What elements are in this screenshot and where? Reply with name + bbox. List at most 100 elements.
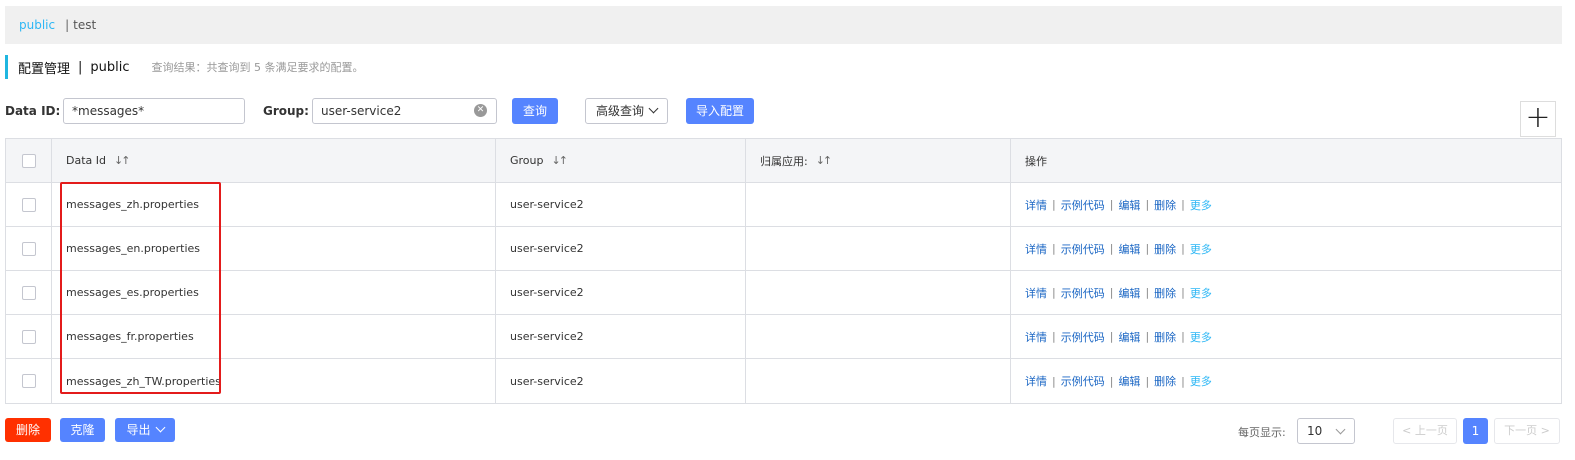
page-size-select[interactable]: 10	[1297, 418, 1355, 444]
row-operations: 详情 | 示例代码 | 编辑 | 删除 | 更多	[1011, 183, 1561, 226]
row-app	[746, 227, 1011, 270]
row-data-id: messages_fr.properties	[52, 315, 496, 358]
delete-link[interactable]: 删除	[1154, 329, 1176, 345]
op-separator: |	[1181, 242, 1185, 255]
more-link[interactable]: 更多	[1190, 373, 1212, 389]
row-group: user-service2	[496, 183, 746, 226]
query-button[interactable]: 查询	[512, 98, 558, 124]
op-separator: |	[1109, 242, 1114, 255]
row-checkbox[interactable]	[22, 285, 36, 300]
row-group: user-service2	[496, 315, 746, 358]
sample-code-link[interactable]: 示例代码	[1061, 241, 1105, 257]
more-link[interactable]: 更多	[1190, 329, 1212, 345]
chevron-down-icon	[155, 422, 165, 433]
sort-icon[interactable]: ↓↑	[816, 154, 833, 167]
row-operations: 详情 | 示例代码 | 编辑 | 删除 | 更多	[1011, 271, 1561, 314]
op-separator: |	[1181, 198, 1185, 211]
delete-link[interactable]: 删除	[1154, 241, 1176, 257]
select-all-checkbox[interactable]	[22, 153, 36, 168]
sample-code-link[interactable]: 示例代码	[1061, 373, 1105, 389]
row-checkbox[interactable]	[22, 197, 36, 212]
row-checkbox[interactable]	[22, 374, 36, 388]
data-id-input[interactable]	[63, 98, 245, 124]
header-app-label: 归属应用:	[760, 154, 808, 168]
page-title-namespace: public	[90, 59, 130, 75]
namespace-public[interactable]: public	[19, 18, 55, 32]
row-app	[746, 315, 1011, 358]
edit-link[interactable]: 编辑	[1118, 373, 1140, 389]
config-table: Data Id ↓↑ Group ↓↑ 归属应用: ↓↑ 操作 messages_zh…	[5, 138, 1562, 404]
sample-code-link[interactable]: 示例代码	[1061, 329, 1105, 345]
header-operations-label: 操作	[1025, 154, 1047, 168]
edit-link[interactable]: 编辑	[1118, 241, 1140, 257]
edit-link[interactable]: 编辑	[1118, 285, 1140, 301]
header-group[interactable]: Group ↓↑	[496, 139, 746, 182]
table-header: Data Id ↓↑ Group ↓↑ 归属应用: ↓↑ 操作	[6, 139, 1561, 183]
chevron-down-icon	[1335, 424, 1346, 435]
export-label: 导出	[126, 423, 151, 437]
more-link[interactable]: 更多	[1190, 241, 1212, 257]
row-data-id: messages_zh_TW.properties	[52, 359, 496, 403]
op-separator: |	[1052, 330, 1056, 343]
namespace-test[interactable]: test	[73, 18, 96, 32]
edit-link[interactable]: 编辑	[1118, 329, 1140, 345]
chevron-down-icon	[648, 103, 659, 114]
sample-code-link[interactable]: 示例代码	[1061, 285, 1105, 301]
advanced-query-label: 高级查询	[596, 104, 645, 118]
detail-link[interactable]: 详情	[1025, 197, 1047, 213]
page-title-separator: |	[78, 59, 83, 75]
row-group: user-service2	[496, 359, 746, 403]
next-page-button[interactable]: 下一页 >	[1494, 418, 1560, 444]
op-separator: |	[1145, 242, 1150, 255]
page-title-text: 配置管理	[18, 61, 71, 77]
more-link[interactable]: 更多	[1190, 285, 1212, 301]
op-separator: |	[1145, 330, 1150, 343]
clear-icon[interactable]: ✕	[474, 104, 487, 117]
row-group: user-service2	[496, 271, 746, 314]
delete-link[interactable]: 删除	[1154, 373, 1176, 389]
header-data-id[interactable]: Data Id ↓↑	[52, 139, 496, 182]
op-separator: |	[1052, 374, 1056, 388]
batch-delete-button[interactable]: 删除	[5, 418, 51, 442]
advanced-query-button[interactable]: 高级查询	[585, 98, 669, 124]
header-operations: 操作	[1011, 139, 1561, 182]
header-data-id-label: Data Id	[66, 154, 106, 167]
detail-link[interactable]: 详情	[1025, 329, 1047, 345]
op-separator: |	[1109, 374, 1114, 388]
op-separator: |	[1181, 286, 1185, 299]
row-checkbox[interactable]	[22, 329, 36, 344]
prev-page-button[interactable]: < 上一页	[1393, 418, 1457, 444]
clone-button[interactable]: 克隆	[60, 418, 105, 442]
data-id-label: Data ID:	[5, 104, 61, 118]
delete-link[interactable]: 删除	[1154, 285, 1176, 301]
more-link[interactable]: 更多	[1190, 197, 1212, 213]
group-input[interactable]	[312, 98, 497, 124]
header-app[interactable]: 归属应用: ↓↑	[746, 139, 1011, 182]
sort-icon[interactable]: ↓↑	[114, 154, 131, 167]
row-checkbox-cell	[6, 227, 52, 270]
row-checkbox-cell	[6, 315, 52, 358]
delete-link[interactable]: 删除	[1154, 197, 1176, 213]
current-page-button[interactable]: 1	[1463, 418, 1488, 444]
sample-code-link[interactable]: 示例代码	[1061, 197, 1105, 213]
table-row: messages_es.properties user-service2 详情 |…	[6, 271, 1561, 315]
detail-link[interactable]: 详情	[1025, 241, 1047, 257]
namespace-separator: |	[65, 18, 70, 32]
edit-link[interactable]: 编辑	[1118, 197, 1140, 213]
import-config-button[interactable]: 导入配置	[686, 98, 754, 124]
row-checkbox-cell	[6, 359, 52, 403]
detail-link[interactable]: 详情	[1025, 373, 1047, 389]
op-separator: |	[1181, 330, 1185, 343]
table-row: messages_en.properties user-service2 详情 |…	[6, 227, 1561, 271]
table-row: messages_zh_TW.properties user-service2 …	[6, 359, 1561, 403]
add-config-button[interactable]: +	[1520, 101, 1556, 137]
export-button[interactable]: 导出	[115, 418, 175, 442]
sort-icon[interactable]: ↓↑	[552, 154, 569, 167]
row-checkbox-cell	[6, 271, 52, 314]
row-operations: 详情 | 示例代码 | 编辑 | 删除 | 更多	[1011, 227, 1561, 270]
op-separator: |	[1145, 374, 1150, 388]
row-checkbox[interactable]	[22, 241, 36, 256]
table-row: messages_fr.properties user-service2 详情 |…	[6, 315, 1561, 359]
header-checkbox-cell	[6, 139, 52, 182]
detail-link[interactable]: 详情	[1025, 285, 1047, 301]
